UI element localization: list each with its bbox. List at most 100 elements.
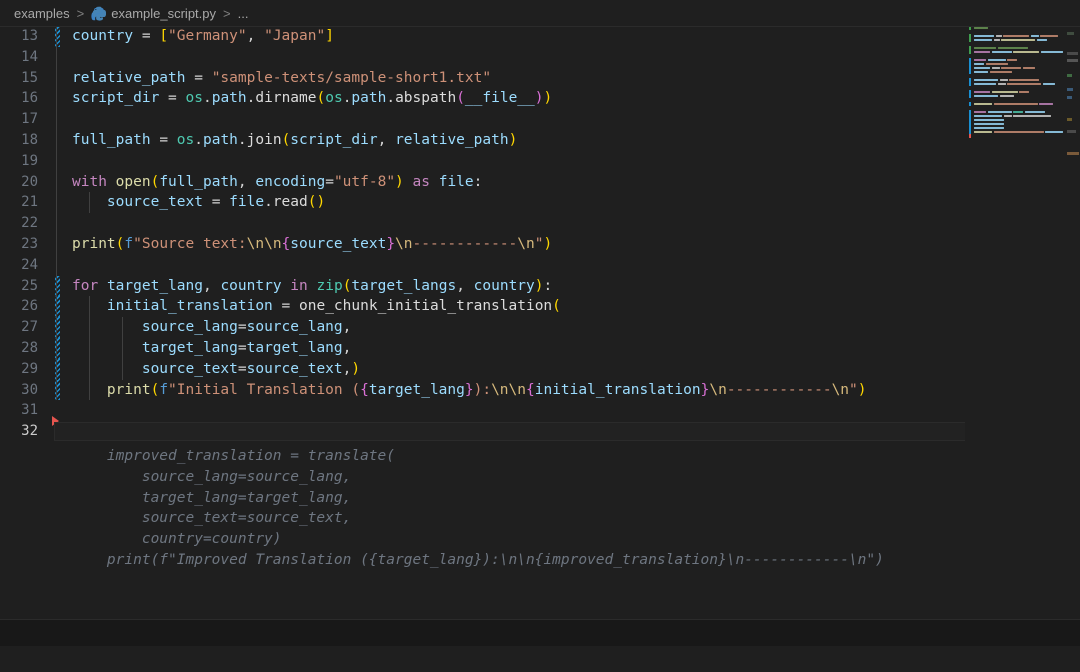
suggestion-line[interactable]: source_text=source_text, [0, 508, 965, 529]
code-text[interactable]: source_text=source_text,) [50, 358, 965, 380]
code-line[interactable]: 24 [0, 254, 965, 276]
line-number: 19 [21, 152, 38, 169]
code-editor[interactable]: 13 country = ["Germany", "Japan"] 14 15 rela… [0, 26, 1080, 646]
code-line[interactable]: 14 [0, 46, 965, 68]
code-line[interactable]: 32 [0, 416, 1045, 442]
code-line[interactable]: 13 country = ["Germany", "Japan"] [0, 26, 965, 47]
suggestion-line[interactable]: print(f"Improved Translation ({target_la… [0, 550, 965, 571]
code-token: ) [395, 173, 404, 190]
code-text[interactable]: source_lang=source_lang, [50, 317, 965, 338]
code-text[interactable]: target_lang=target_lang, [50, 337, 965, 359]
breadcrumb: examples > example_script.py > ... [0, 0, 1080, 26]
code-token: country [72, 28, 134, 44]
line-number: 30 [21, 381, 38, 398]
code-line[interactable]: 28 target_lang=target_lang, [0, 337, 965, 359]
code-line[interactable]: 17 [0, 109, 965, 130]
code-text[interactable] [50, 109, 965, 130]
code-text[interactable]: script_dir = os.path.dirname(os.path.abs… [50, 88, 965, 110]
breadcrumb-item-folder[interactable]: examples [14, 6, 70, 21]
breadcrumb-file-label: example_script.py [111, 5, 217, 21]
code-text[interactable] [50, 213, 965, 234]
code-line[interactable]: 18 full_path = os.path.join(script_dir, r… [0, 129, 965, 151]
minimap-token [974, 51, 990, 53]
minimap-token [1040, 35, 1058, 37]
code-line[interactable]: 20 with open(full_path, encoding="utf-8")… [0, 171, 965, 193]
code-token: ( [150, 381, 160, 398]
code-text[interactable]: print(f"Source text:\n\n{source_text}\n-… [50, 233, 965, 255]
code-token: in [290, 277, 308, 294]
line-number: 25 [21, 277, 38, 294]
suggestion-line[interactable]: country=country) [0, 529, 965, 550]
code-token: \n\n [246, 235, 282, 252]
code-line[interactable]: 29 source_text=source_text,) [0, 358, 965, 380]
code-line[interactable]: 19 [0, 150, 965, 172]
code-text[interactable] [50, 400, 965, 421]
code-text[interactable]: country = ["Germany", "Japan"] [50, 26, 965, 47]
breadcrumb-item-symbol[interactable]: ... [238, 6, 249, 21]
minimap-token [974, 79, 998, 81]
code-line[interactable]: 21 source_text = file.read() [0, 192, 965, 214]
indent-guide [56, 337, 57, 359]
minimap-token [974, 71, 988, 73]
minimap-token [974, 111, 986, 113]
code-line[interactable]: 25 for target_lang, country in zip(target… [0, 275, 965, 297]
indent-guide [89, 337, 90, 359]
code-token: print [72, 235, 116, 252]
code-text[interactable] [50, 46, 965, 68]
code-line[interactable]: 27 source_lang=source_lang, [0, 317, 965, 338]
code-token: ( [150, 173, 160, 190]
code-line[interactable]: 23 print(f"Source text:\n\n{source_text}\… [0, 233, 965, 255]
code-line[interactable]: 16 script_dir = os.path.dirname(os.path.a… [0, 88, 965, 110]
code-line[interactable]: 15 relative_path = "sample-texts/sample-s… [0, 67, 965, 89]
code-token: "Initial Translation ( [168, 381, 361, 398]
code-token: "Source text: [133, 235, 247, 252]
code-token: = [159, 131, 169, 148]
code-text[interactable]: initial_translation = one_chunk_initial_… [50, 296, 965, 318]
suggestion-line[interactable]: source_lang=source_lang, [0, 467, 965, 488]
line-number: 28 [21, 339, 38, 356]
code-line[interactable]: 22 [0, 213, 965, 234]
code-text[interactable] [50, 150, 965, 172]
code-text[interactable]: print(f"Initial Translation ({target_lan… [50, 379, 965, 401]
breadcrumb-separator-1: > [76, 5, 85, 21]
bottom-panel [0, 620, 1080, 646]
code-line[interactable]: 26 initial_translation = one_chunk_initi… [0, 296, 965, 318]
code-text[interactable]: with open(full_path, encoding="utf-8") a… [50, 171, 965, 193]
code-token: path [351, 90, 387, 107]
minimap-token [974, 103, 992, 105]
indent-guide [56, 129, 57, 151]
code-text[interactable] [50, 254, 965, 276]
minimap[interactable] [965, 26, 1065, 646]
code-token: "Japan" [264, 28, 326, 44]
minimap-token [1007, 83, 1041, 85]
suggestion-line[interactable]: improved_translation = translate( [0, 446, 965, 467]
indent-guide [56, 46, 57, 68]
indent-guide [56, 109, 57, 130]
code-text[interactable] [50, 421, 1045, 442]
code-text[interactable]: relative_path = "sample-texts/sample-sho… [50, 67, 965, 89]
suggestion-line[interactable]: target_lang=target_lang, [0, 488, 965, 509]
code-text[interactable]: for target_lang, country in zip(target_l… [50, 275, 965, 297]
code-line[interactable]: 30 print(f"Initial Translation ({target_… [0, 379, 965, 401]
minimap-token [1040, 51, 1063, 53]
indent-guide [56, 296, 57, 318]
inline-suggestion[interactable]: improved_translation = translate( source… [0, 446, 965, 571]
overview-ruler-mark [1067, 96, 1072, 99]
minimap-token [974, 131, 992, 133]
minimap-token [974, 47, 996, 49]
indent-guide [89, 192, 90, 214]
line-number: 13 [21, 28, 38, 44]
code-token: ] [325, 28, 334, 44]
code-text[interactable]: full_path = os.path.join(script_dir, rel… [50, 129, 965, 151]
code-token: os [176, 131, 195, 148]
overview-ruler[interactable] [1066, 26, 1080, 646]
minimap-token [1009, 79, 1039, 81]
code-content[interactable]: 13 country = ["Germany", "Japan"] 14 15 rela… [0, 26, 1045, 646]
code-text[interactable]: source_text = file.read() [50, 192, 965, 214]
breadcrumb-item-file[interactable]: example_script.py [91, 6, 216, 21]
code-line[interactable]: 31 [0, 400, 965, 421]
minimap-token [1013, 111, 1023, 113]
suggestion-text: print(f"Improved Translation ({target_la… [72, 551, 884, 568]
